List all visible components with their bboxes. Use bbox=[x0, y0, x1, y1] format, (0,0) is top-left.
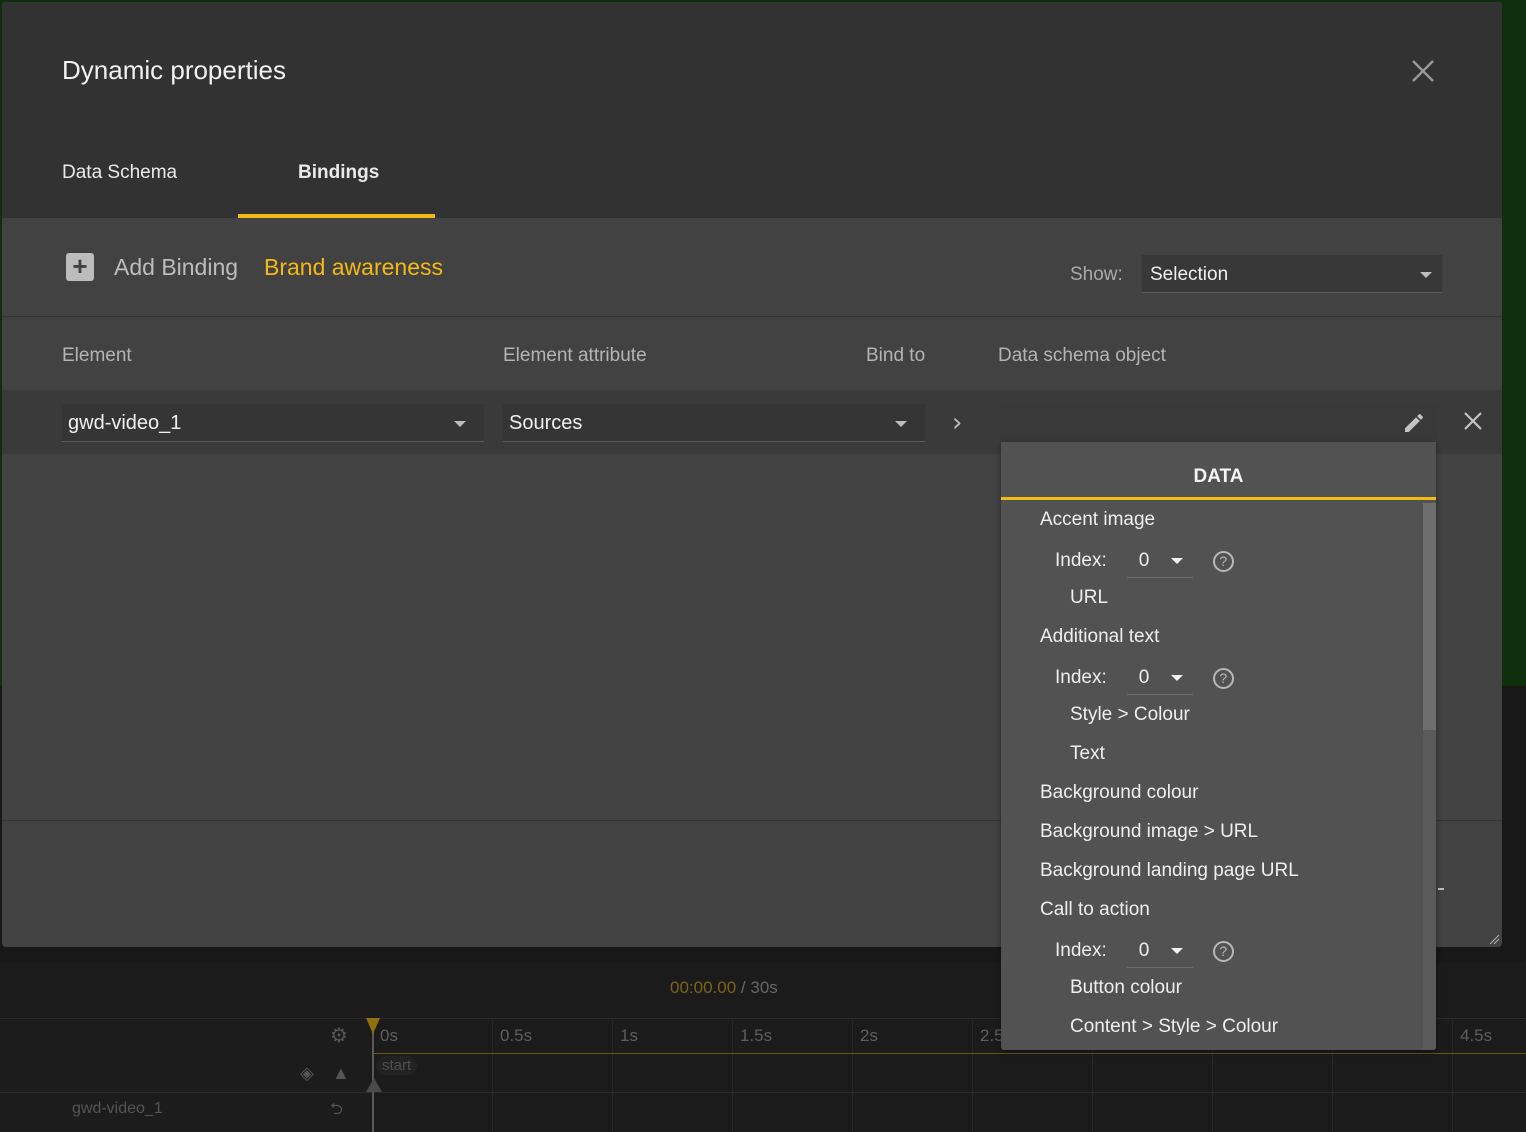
data-schema-dropdown: DATA Accent image Index: 0? URL Additional t… bbox=[1001, 442, 1436, 1050]
ruler-tick-label: 1s bbox=[620, 1026, 638, 1045]
chevron-down-icon bbox=[895, 421, 907, 427]
ruler-tick bbox=[1452, 1018, 1453, 1132]
index-label: Index: bbox=[1055, 550, 1107, 571]
dropdown-tab-data[interactable]: DATA bbox=[1001, 442, 1436, 500]
chevron-down-icon bbox=[1420, 272, 1432, 278]
chevron-down-icon bbox=[1170, 948, 1183, 954]
schema-property-item[interactable]: Content > Style > Colour bbox=[1070, 1016, 1278, 1035]
remove-binding-button[interactable] bbox=[1464, 406, 1482, 436]
index-select[interactable]: 0 bbox=[1126, 934, 1193, 968]
help-icon[interactable]: ? bbox=[1212, 940, 1234, 962]
footer-button-edge bbox=[1438, 888, 1444, 890]
playhead-handle[interactable] bbox=[366, 1018, 380, 1034]
element-value: gwd-video_1 bbox=[68, 412, 182, 434]
index-select[interactable]: 0 bbox=[1126, 661, 1193, 695]
ruler-tick-label: 2s bbox=[860, 1026, 878, 1045]
show-filter-value: Selection bbox=[1150, 264, 1229, 285]
element-attribute-value: Sources bbox=[509, 412, 583, 434]
index-selector-row: Index: 0? bbox=[1055, 934, 1234, 968]
schema-group-item[interactable]: Additional text bbox=[1040, 626, 1159, 648]
ruler-tick bbox=[732, 1018, 733, 1132]
playhead[interactable] bbox=[372, 1018, 374, 1132]
show-label: Show: bbox=[1070, 264, 1123, 285]
element-attribute-select[interactable]: Sources bbox=[503, 404, 925, 442]
schema-group-item[interactable]: Call to action bbox=[1040, 899, 1150, 921]
close-dialog-button[interactable] bbox=[1406, 54, 1440, 88]
loop-off-icon[interactable]: ⮌ bbox=[330, 1102, 343, 1118]
add-keyframe-icon[interactable]: ◈ bbox=[300, 1064, 314, 1082]
ruler-tick bbox=[612, 1018, 613, 1132]
index-selector-row: Index: 0? bbox=[1055, 661, 1234, 695]
plus-icon: + bbox=[66, 253, 94, 281]
schema-group-item[interactable]: Background image > URL bbox=[1040, 821, 1258, 843]
timeline-layer-name[interactable]: gwd-video_1 bbox=[72, 1100, 163, 1118]
tab-bindings[interactable]: Bindings bbox=[298, 162, 379, 184]
add-label-icon[interactable]: ▲ bbox=[332, 1064, 350, 1082]
close-icon bbox=[1412, 60, 1434, 82]
ruler-tick-label: 0.5s bbox=[500, 1026, 533, 1045]
chevron-down-icon bbox=[454, 421, 466, 427]
chevron-down-icon bbox=[1170, 675, 1183, 681]
bindings-toolbar: + Add Binding Brand awareness Show: Sele… bbox=[2, 218, 1502, 317]
index-select[interactable]: 0 bbox=[1126, 544, 1193, 578]
column-header-data-schema-object: Data schema object bbox=[998, 345, 1166, 366]
duration: / 30s bbox=[740, 978, 778, 997]
dialog-header: Dynamic properties Data Schema Bindings bbox=[2, 2, 1502, 218]
dialog-title: Dynamic properties bbox=[62, 55, 286, 85]
column-header-bind-to: Bind to bbox=[866, 345, 926, 366]
help-icon[interactable]: ? bbox=[1212, 667, 1234, 689]
resize-grip-icon[interactable] bbox=[1488, 933, 1500, 945]
dropdown-scrollbar-thumb[interactable] bbox=[1423, 503, 1436, 730]
timeline-layer-column bbox=[0, 1018, 370, 1132]
timeline-range-line bbox=[372, 1053, 1526, 1054]
schema-group-item[interactable]: Background colour bbox=[1040, 782, 1198, 804]
binding-group-name[interactable]: Brand awareness bbox=[264, 254, 443, 281]
ruler-tick bbox=[852, 1018, 853, 1132]
close-icon bbox=[1464, 412, 1482, 430]
ruler-tick bbox=[972, 1018, 973, 1132]
column-header-element: Element bbox=[62, 345, 132, 366]
index-value: 0 bbox=[1138, 667, 1150, 688]
add-binding-button[interactable]: + Add Binding bbox=[66, 253, 238, 281]
index-value: 0 bbox=[1138, 550, 1150, 571]
schema-group-item[interactable]: Background landing page URL bbox=[1040, 860, 1299, 882]
dropdown-scrollbar[interactable] bbox=[1423, 503, 1436, 1050]
start-label-chip[interactable]: start bbox=[376, 1056, 418, 1075]
pencil-icon[interactable] bbox=[1402, 411, 1426, 435]
schema-property-item[interactable]: Text bbox=[1070, 743, 1105, 765]
index-value: 0 bbox=[1138, 940, 1150, 961]
column-header-element-attribute: Element attribute bbox=[503, 345, 647, 366]
schema-property-item[interactable]: Style > Colour bbox=[1070, 704, 1190, 726]
chevron-down-icon bbox=[1170, 558, 1183, 564]
index-label: Index: bbox=[1055, 667, 1107, 688]
ruler-tick bbox=[492, 1018, 493, 1132]
ruler-tick-label: 0s bbox=[380, 1026, 398, 1045]
element-select[interactable]: gwd-video_1 bbox=[62, 404, 484, 442]
add-binding-label: Add Binding bbox=[114, 253, 239, 280]
data-schema-list: Accent image Index: 0? URL Additional text In… bbox=[1001, 501, 1421, 1035]
current-time: 00:00.00 bbox=[670, 978, 737, 997]
index-label: Index: bbox=[1055, 940, 1107, 961]
chevron-right-icon[interactable]: › bbox=[952, 408, 962, 438]
show-filter-select[interactable]: Selection bbox=[1142, 255, 1442, 293]
data-schema-object-field[interactable] bbox=[1000, 404, 1438, 444]
index-selector-row: Index: 0? bbox=[1055, 544, 1234, 578]
tab-data-schema[interactable]: Data Schema bbox=[62, 162, 177, 184]
time-readout: 00:00.00 / 30s bbox=[670, 978, 778, 998]
gear-icon[interactable]: ⚙ bbox=[330, 1026, 348, 1046]
schema-property-item[interactable]: URL bbox=[1070, 587, 1108, 609]
ruler-tick-label: 4.5s bbox=[1460, 1026, 1493, 1045]
schema-group-item[interactable]: Accent image bbox=[1040, 509, 1155, 531]
ruler-tick-label: 1.5s bbox=[740, 1026, 773, 1045]
start-marker[interactable] bbox=[366, 1078, 382, 1092]
help-icon[interactable]: ? bbox=[1212, 550, 1234, 572]
schema-property-item[interactable]: Button colour bbox=[1070, 977, 1182, 999]
